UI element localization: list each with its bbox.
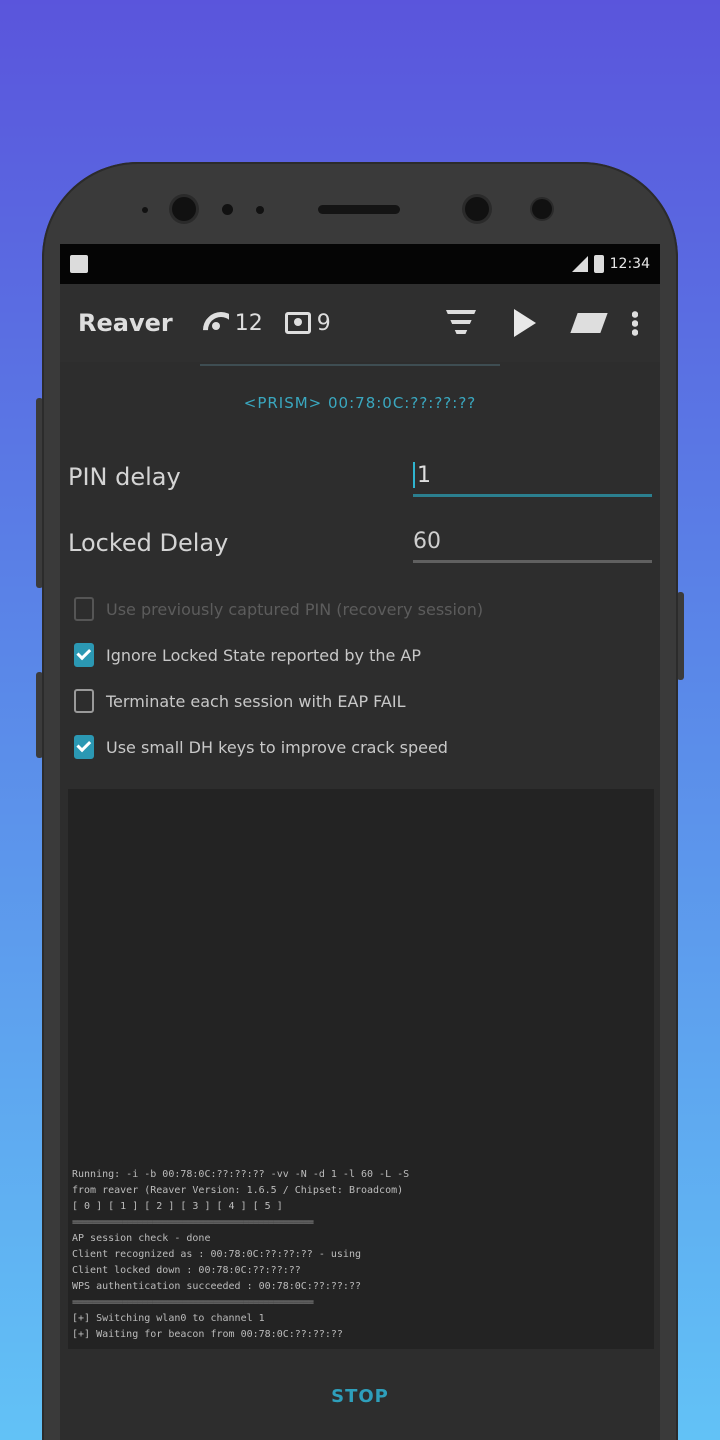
checkbox-eap-fail[interactable] [74, 689, 94, 713]
text-caret [413, 462, 415, 488]
wifi-icon [203, 312, 229, 334]
pin-delay-label: PIN delay [68, 463, 181, 491]
networks-count: 12 [234, 310, 263, 336]
checkbox-recovery-session [74, 597, 94, 621]
front-camera-icon [172, 197, 196, 221]
toolbar-divider [200, 364, 500, 366]
earpiece-speaker [318, 205, 400, 214]
more-vert-icon [632, 310, 638, 336]
pin-delay-value: 1 [417, 463, 431, 488]
option-label: Use previously captured PIN (recovery se… [106, 599, 484, 619]
log-line: Running: -i -b 00:78:0C:??:??:?? -vv -N … [72, 1169, 410, 1180]
clients-count: 9 [316, 310, 331, 336]
option-label: Ignore Locked State reported by the AP [106, 645, 421, 665]
log-separator: ========================================… [72, 1297, 314, 1308]
option-recovery-session: Use previously captured PIN (recovery se… [68, 586, 652, 632]
sensor-icon [532, 199, 552, 219]
options-list: Use previously captured PIN (recovery se… [68, 586, 652, 770]
log-line: from reaver (Reaver Version: 1.6.5 / Chi… [72, 1185, 404, 1196]
phone-power-button [677, 592, 684, 680]
signal-icon [571, 256, 588, 272]
app-toolbar: Reaver 12 9 [60, 284, 660, 366]
log-line: [+] Waiting for beacon from 00:78:0C:??:… [72, 1329, 343, 1340]
log-separator: ========================================… [72, 1217, 314, 1228]
proximity-sensor [142, 207, 148, 213]
app-title: Reaver [78, 309, 173, 337]
log-line: [ 0 ] [ 1 ] [ 2 ] [ 3 ] [ 4 ] [ 5 ] [72, 1201, 283, 1212]
sensor-dot [222, 204, 233, 215]
notification-icon [70, 255, 88, 273]
option-eap-fail[interactable]: Terminate each session with EAP FAIL [68, 678, 652, 724]
start-button[interactable] [508, 306, 542, 340]
option-label: Terminate each session with EAP FAIL [106, 691, 406, 711]
app-screen: 12:34 Reaver 12 9 <PRISM> 00:78:0C:??:??… [60, 244, 660, 1440]
log-line: WPS authentication succeeded : 00:78:0C:… [72, 1281, 361, 1292]
clear-log-button[interactable] [570, 306, 608, 340]
networks-counter[interactable]: 12 [203, 311, 263, 336]
pin-delay-row: PIN delay 1 [68, 444, 652, 510]
checkbox-small-dh[interactable] [74, 735, 94, 759]
eraser-icon [570, 313, 608, 333]
locked-delay-label: Locked Delay [68, 529, 229, 557]
log-line: Client recognized as : 00:78:0C:??:??:??… [72, 1249, 361, 1260]
overflow-menu-button[interactable] [628, 306, 642, 340]
bottom-bar: STOP [60, 1352, 660, 1440]
sensor-dot [256, 206, 264, 214]
locked-delay-input[interactable]: 60 [413, 523, 652, 563]
target-ap-label[interactable]: <PRISM> 00:78:0C:??:??:?? [68, 362, 652, 444]
log-line: [+] Switching wlan0 to channel 1 [72, 1313, 265, 1324]
status-right: 12:34 [571, 255, 650, 273]
filter-icon [446, 310, 476, 336]
stop-button[interactable]: STOP [317, 1378, 403, 1415]
status-time: 12:34 [609, 256, 650, 272]
option-ignore-locked[interactable]: Ignore Locked State reported by the AP [68, 632, 652, 678]
status-bar: 12:34 [60, 244, 660, 284]
filter-button[interactable] [444, 306, 478, 340]
log-line: AP session check - done [72, 1233, 211, 1244]
play-icon [514, 309, 536, 337]
settings-panel: <PRISM> 00:78:0C:??:??:?? PIN delay 1 Lo… [60, 362, 660, 770]
checkbox-ignore-locked[interactable] [74, 643, 94, 667]
client-icon [284, 312, 311, 334]
option-label: Use small DH keys to improve crack speed [106, 737, 448, 757]
log-console[interactable]: Running: -i -b 00:78:0C:??:??:?? -vv -N … [68, 789, 654, 1349]
clients-counter[interactable]: 9 [284, 310, 331, 336]
log-line: Client locked down : 00:78:0C:??:??:?? [72, 1265, 301, 1276]
log-output: Running: -i -b 00:78:0C:??:??:?? -vv -N … [68, 1167, 654, 1343]
battery-icon [593, 255, 604, 273]
pin-delay-input[interactable]: 1 [413, 457, 652, 497]
option-small-dh[interactable]: Use small DH keys to improve crack speed [68, 724, 652, 770]
secondary-camera-icon [465, 197, 489, 221]
locked-delay-row: Locked Delay 60 [68, 510, 652, 576]
